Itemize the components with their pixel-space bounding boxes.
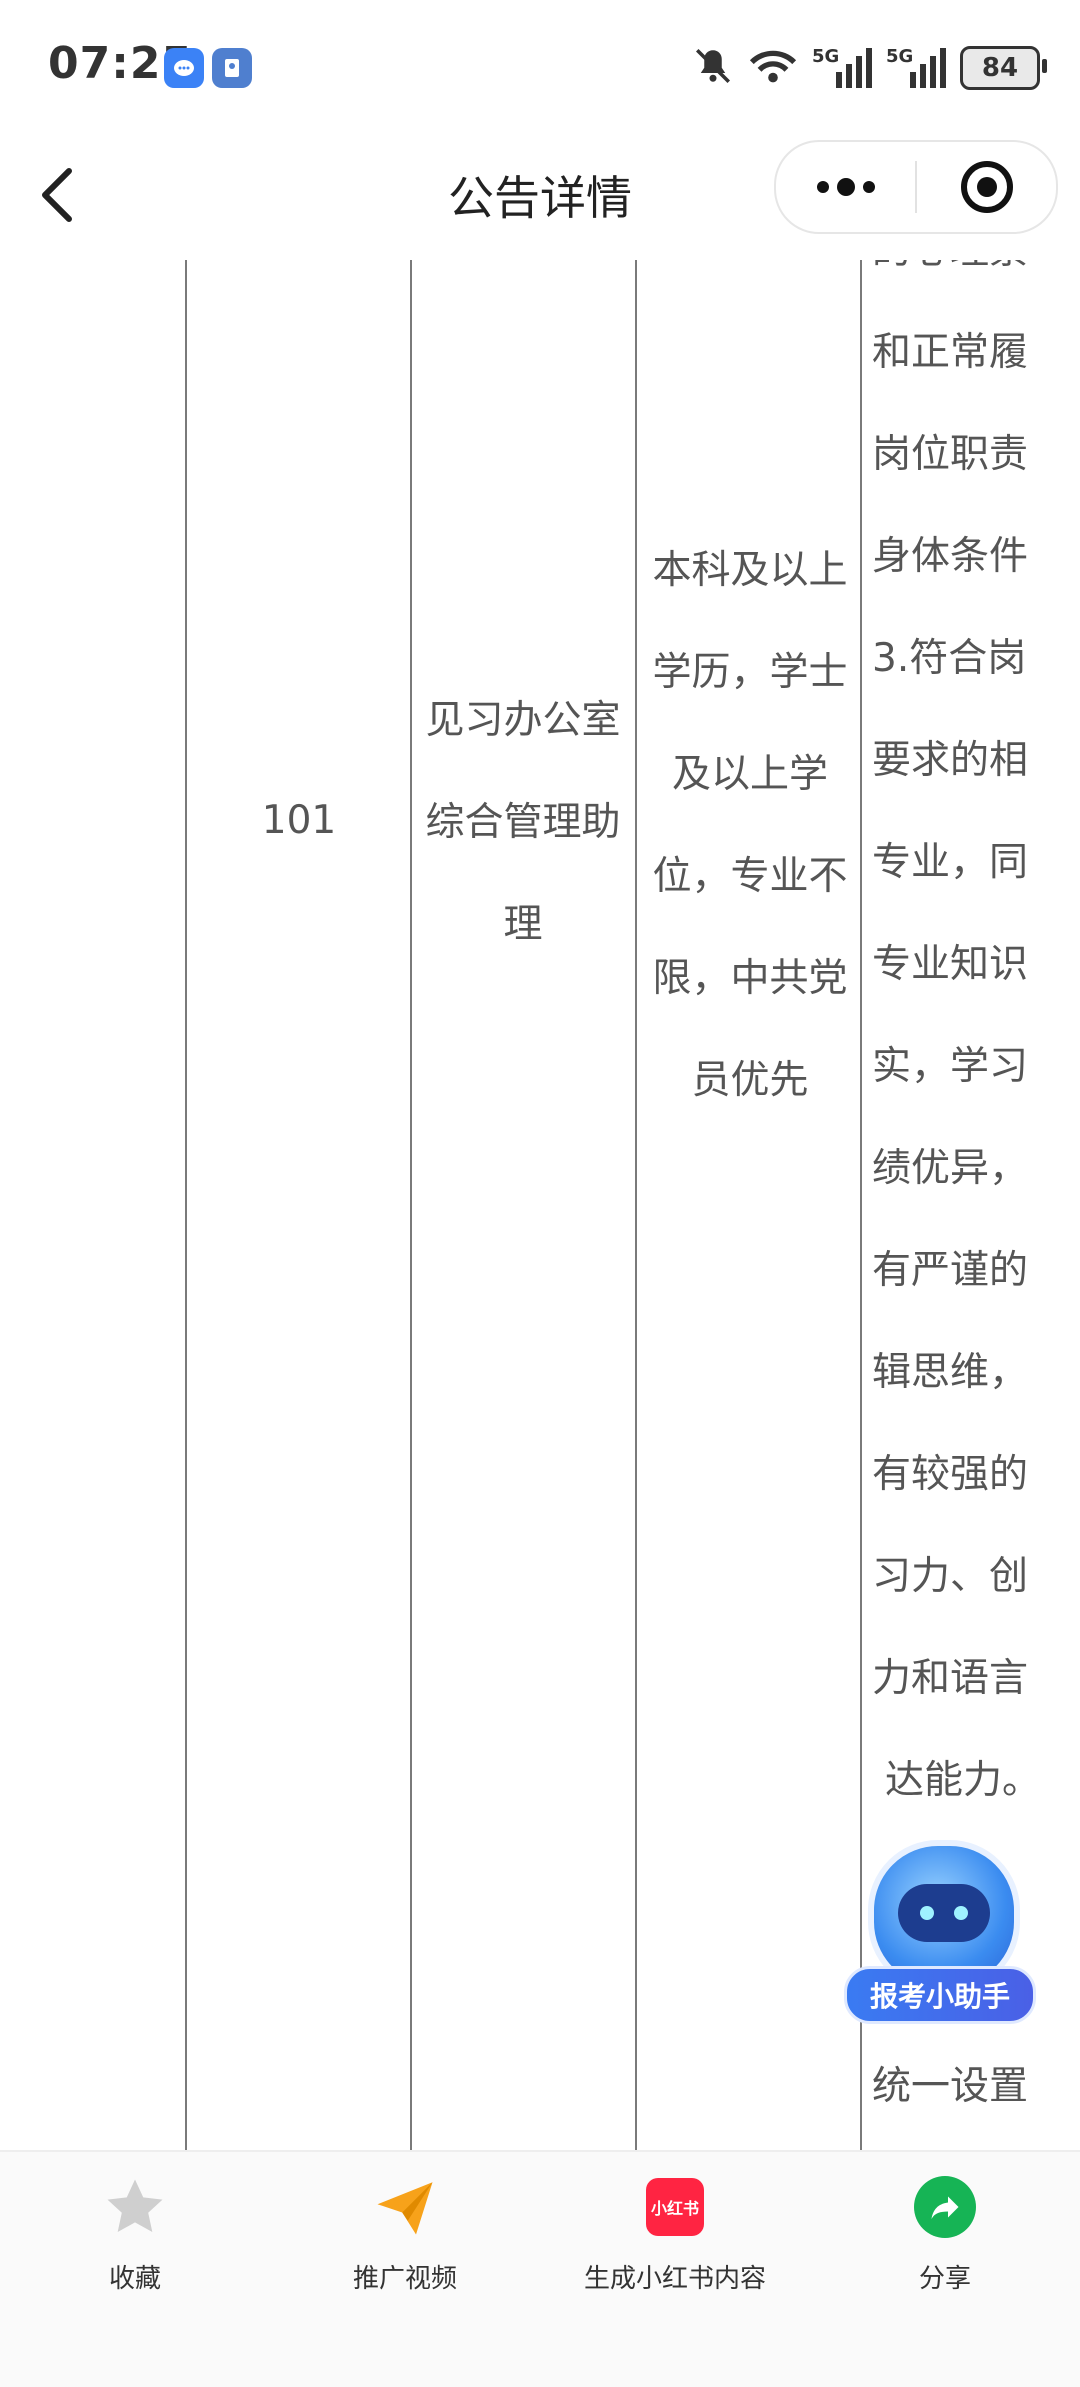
requirement-line: 要求的相	[872, 738, 1029, 783]
more-dots-icon	[816, 178, 875, 196]
wifi-icon	[748, 46, 798, 90]
requirement-line: 岗位职责	[872, 432, 1029, 477]
education-line: 学历，学士	[652, 650, 848, 695]
requirement-line: 辑思维，	[872, 1350, 1029, 1395]
message-app-icon	[164, 48, 204, 88]
position-name-line: 见习办公室	[425, 698, 621, 743]
requirement-line: 专业知识	[872, 942, 1029, 987]
table-column-divider	[635, 260, 637, 2150]
favorite-label: 收藏	[108, 2264, 161, 2294]
mute-bell-icon	[692, 45, 734, 91]
requirement-line: 实，学习	[872, 1044, 1029, 1089]
position-name-line: 理	[503, 902, 543, 947]
paper-plane-icon	[372, 2174, 438, 2240]
robot-face	[898, 1884, 990, 1942]
position-code-cell: 101	[261, 798, 337, 843]
requirement-line: 统一设置	[872, 2064, 1029, 2109]
share-circle	[914, 2176, 976, 2238]
share-icon	[912, 2174, 978, 2240]
mini-program-capsule	[774, 140, 1058, 234]
education-cell: 本科及以上 学历，学士 及以上学 位，专业不 限，中共党 员优先	[638, 520, 862, 1132]
close-mini-program-button[interactable]	[917, 142, 1056, 232]
signal-5g-icon-1: 5G	[812, 46, 872, 88]
requirement-line: 绩优异，	[872, 1146, 1029, 1191]
education-line: 及以上学	[671, 752, 828, 797]
exam-assistant-button[interactable]: 报考小助手	[844, 1840, 1036, 2030]
position-name-line: 综合管理助	[425, 800, 621, 845]
requirement-line: 的心理素	[872, 260, 1080, 302]
xiaohongshu-label: 生成小红书内容	[583, 2264, 766, 2294]
table-column-divider	[410, 260, 412, 2150]
status-icons: 5G 5G 84	[692, 42, 1047, 94]
requirement-line: 习力、创	[872, 1554, 1029, 1599]
requirement-line: 力和语言	[872, 1656, 1029, 1701]
requirement-line: 有较强的	[872, 1452, 1029, 1497]
promo-video-label: 推广视频	[352, 2264, 457, 2294]
education-line: 位，专业不	[652, 854, 848, 899]
table-column-divider	[185, 260, 187, 2150]
education-line: 员优先	[691, 1058, 809, 1103]
education-line: 限，中共党	[652, 956, 848, 1001]
screen: 07:25 5G 5G 84 公告详情 101 见习办公室 综合管理助 理 本科…	[0, 0, 1080, 2387]
card-app-icon	[212, 48, 252, 88]
education-line: 本科及以上	[652, 548, 848, 593]
position-name-cell: 见习办公室 综合管理助 理	[411, 670, 635, 976]
requirement-line: 有严谨的	[872, 1248, 1029, 1293]
robot-eye	[954, 1906, 968, 1920]
requirement-line: 身体条件	[872, 534, 1029, 579]
requirement-line: 3.符合岗	[872, 636, 1027, 681]
favorite-button[interactable]: 收藏	[0, 2174, 270, 2314]
requirement-line: 和正常履	[872, 330, 1029, 375]
more-button[interactable]	[776, 142, 915, 232]
star-icon	[102, 2174, 168, 2240]
promo-video-button[interactable]: 推广视频	[270, 2174, 540, 2314]
xiaohongshu-badge: 小红书	[646, 2178, 704, 2236]
status-bar: 07:25 5G 5G 84	[0, 0, 1080, 140]
share-button[interactable]: 分享	[810, 2174, 1080, 2314]
bottom-toolbar: 收藏 推广视频 小红书 生成小红书内容 分享	[0, 2150, 1080, 2387]
requirement-line: 达能力。	[884, 1758, 1041, 1803]
robot-eye	[920, 1906, 934, 1920]
share-label: 分享	[918, 2264, 971, 2294]
assistant-label: 报考小助手	[844, 1966, 1036, 2024]
nav-bar: 公告详情	[0, 140, 1080, 250]
target-circle-icon	[960, 161, 1013, 213]
xiaohongshu-icon: 小红书	[642, 2174, 708, 2240]
signal-5g-icon-2: 5G	[886, 46, 946, 88]
requirement-line: 专业，同	[872, 840, 1029, 885]
xiaohongshu-button[interactable]: 小红书 生成小红书内容	[540, 2174, 810, 2314]
battery-indicator: 84	[960, 46, 1047, 90]
